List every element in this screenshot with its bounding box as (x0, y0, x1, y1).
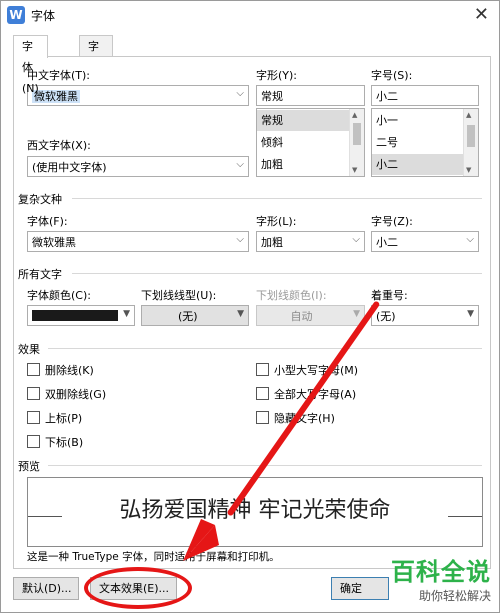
underline-type-value: (无) (178, 310, 198, 323)
underline-type-select[interactable]: (无) ▼ (141, 305, 249, 326)
cn-font-value: 微软雅黑 (32, 90, 80, 103)
emphasis-value: (无) (376, 310, 396, 323)
double-strikethrough-checkbox[interactable] (27, 387, 40, 400)
complex-font-select[interactable]: 微软雅黑 ⌵ (27, 231, 249, 252)
chevron-down-icon: ⌵ (352, 234, 360, 245)
strikethrough-label: 删除线(K) (45, 364, 94, 377)
size-label: 字号(S): (371, 69, 413, 82)
complex-size-select[interactable]: 小二 ⌵ (371, 231, 479, 252)
watermark-brand: 百科全说 (391, 558, 491, 586)
scroll-up-icon[interactable]: ▲ (466, 111, 471, 119)
complex-font-value: 微软雅黑 (32, 236, 76, 249)
double-strikethrough-label: 双删除线(G) (45, 388, 107, 401)
font-tab-panel: 中文字体(T): 微软雅黑 ⌵ 字形(Y): 常规 常规 倾斜 加粗 ▲ ▼ 字… (13, 56, 491, 569)
effects-section-title: 效果 (18, 343, 40, 356)
title-bar: W 字体 ✕ (1, 1, 499, 29)
scroll-down-icon[interactable]: ▼ (352, 166, 357, 174)
triangle-down-icon: ▼ (467, 309, 474, 319)
underline-type-label: 下划线线型(U): (141, 289, 217, 302)
underline-color-select[interactable]: 自动 ▼ (256, 305, 365, 326)
style-option[interactable]: 加粗 (257, 154, 351, 175)
hidden-text-checkbox[interactable] (256, 411, 269, 424)
hidden-text-label: 隐藏文字(H) (274, 412, 335, 425)
underline-color-label: 下划线颜色(I): (256, 289, 327, 302)
subscript-label: 下标(B) (45, 436, 84, 449)
watermark-tagline: 助你轻松解决 (418, 589, 491, 603)
style-input[interactable]: 常规 (256, 85, 365, 106)
red-arrow-head-icon (183, 519, 219, 561)
watermark: 百科全说 助你轻松解决 (391, 552, 491, 604)
highlight-oval (84, 567, 192, 609)
all-caps-checkbox[interactable] (256, 387, 269, 400)
style-option[interactable]: 倾斜 (257, 132, 351, 153)
triangle-down-icon: ▼ (123, 309, 130, 319)
strikethrough-checkbox[interactable] (27, 363, 40, 376)
underline-color-value: 自动 (290, 310, 313, 323)
complex-style-value: 加粗 (261, 236, 283, 249)
ok-button[interactable]: 确定 (331, 577, 389, 600)
complex-style-label: 字形(L): (256, 215, 297, 228)
style-scrollbar[interactable]: ▲ ▼ (349, 109, 364, 176)
size-listbox[interactable]: 小一 二号 小二 ▲ ▼ (371, 108, 479, 177)
size-input-value: 小二 (376, 90, 398, 103)
font-dialog: W 字体 ✕ 字体(N) 字符间距(R) 中文字体(T): 微软雅黑 ⌵ 字形(… (0, 0, 500, 613)
scroll-up-icon[interactable]: ▲ (352, 111, 357, 119)
preview-sample-text: 弘扬爱国精神 牢记光荣使命 (119, 498, 391, 523)
chevron-down-icon: ⌵ (236, 234, 244, 245)
complex-size-label: 字号(Z): (371, 215, 413, 228)
complex-style-select[interactable]: 加粗 ⌵ (256, 231, 365, 252)
wps-app-icon: W (7, 6, 25, 24)
west-font-label: 西文字体(X): (27, 139, 91, 152)
triangle-down-icon: ▼ (237, 309, 244, 319)
scroll-down-icon[interactable]: ▼ (466, 166, 471, 174)
complex-size-value: 小二 (376, 236, 398, 249)
small-caps-label: 小型大写字母(M) (274, 364, 359, 377)
size-option[interactable]: 二号 (372, 132, 465, 153)
complex-section-title: 复杂文种 (18, 193, 62, 206)
west-font-select[interactable]: (使用中文字体) ⌵ (27, 156, 249, 177)
superscript-label: 上标(P) (45, 412, 83, 425)
all-text-section-title: 所有文字 (18, 268, 62, 281)
size-option[interactable]: 小二 (372, 154, 465, 175)
complex-font-label: 字体(F): (27, 215, 68, 228)
chevron-down-icon: ⌵ (236, 88, 244, 99)
tab-char-spacing[interactable]: 字符间距(R) (79, 35, 114, 137)
triangle-down-icon: ▼ (353, 309, 360, 319)
style-option[interactable]: 常规 (257, 110, 351, 131)
close-icon[interactable]: ✕ (474, 4, 489, 25)
style-label: 字形(Y): (256, 69, 298, 82)
font-color-label: 字体颜色(C): (27, 289, 91, 302)
size-input[interactable]: 小二 (371, 85, 479, 106)
preview-section-title: 预览 (18, 460, 40, 473)
small-caps-checkbox[interactable] (256, 363, 269, 376)
emphasis-select[interactable]: (无) ▼ (371, 305, 479, 326)
size-option[interactable]: 小一 (372, 110, 465, 131)
style-listbox[interactable]: 常规 倾斜 加粗 ▲ ▼ (256, 108, 365, 177)
chevron-down-icon: ⌵ (466, 234, 474, 245)
default-button[interactable]: 默认(D)... (13, 577, 79, 600)
west-font-value: (使用中文字体) (32, 161, 107, 174)
subscript-checkbox[interactable] (27, 435, 40, 448)
font-color-swatch (32, 310, 118, 321)
font-color-select[interactable]: ▼ (27, 305, 135, 326)
preview-box: 弘扬爱国精神 牢记光荣使命 (27, 477, 483, 547)
chevron-down-icon: ⌵ (236, 159, 244, 170)
preview-note: 这是一种 TrueType 字体，同时适用于屏幕和打印机。 (27, 551, 280, 563)
size-scrollbar[interactable]: ▲ ▼ (463, 109, 478, 176)
dialog-title: 字体 (31, 9, 56, 23)
cn-font-select[interactable]: 微软雅黑 ⌵ (27, 85, 249, 106)
superscript-checkbox[interactable] (27, 411, 40, 424)
tab-font[interactable]: 字体(N) (13, 35, 48, 95)
style-input-value: 常规 (261, 90, 283, 103)
